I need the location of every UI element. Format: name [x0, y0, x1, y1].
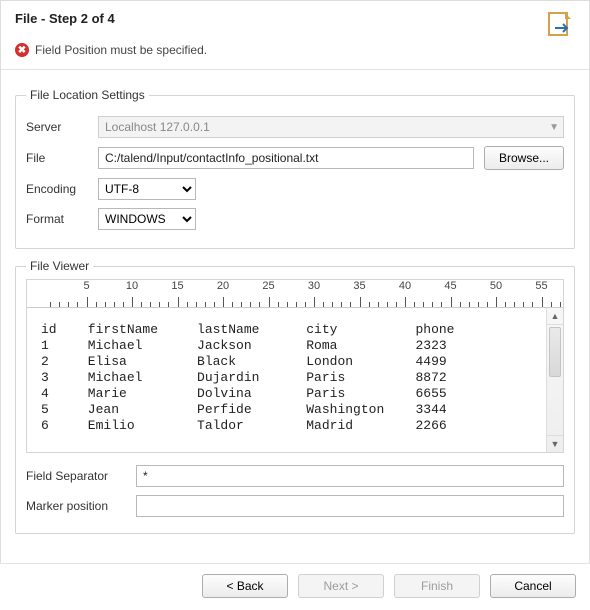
- file-preview-text: id firstName lastName city phone 1 Micha…: [27, 308, 546, 452]
- format-label: Format: [26, 212, 88, 226]
- error-icon: ✖: [15, 43, 29, 57]
- marker-position-input[interactable]: [136, 495, 564, 517]
- wizard-footer: < Back Next > Finish Cancel: [0, 563, 590, 610]
- page-title: File - Step 2 of 4: [15, 11, 115, 26]
- browse-button[interactable]: Browse...: [484, 146, 564, 170]
- ruler[interactable]: 51015202530354045505560: [27, 280, 563, 308]
- marker-position-label: Marker position: [26, 499, 126, 513]
- back-button[interactable]: < Back: [202, 574, 288, 598]
- scrollbar-vertical[interactable]: ▲ ▼: [546, 308, 563, 452]
- scroll-track[interactable]: [547, 379, 563, 435]
- format-select[interactable]: WINDOWS: [98, 208, 196, 230]
- server-field: Localhost 127.0.0.1 ▼: [98, 116, 564, 138]
- scroll-down-arrow-icon[interactable]: ▼: [547, 435, 563, 452]
- file-viewer-panel: 51015202530354045505560 id firstName las…: [26, 279, 564, 453]
- file-path-input[interactable]: [98, 147, 474, 169]
- scroll-thumb[interactable]: [549, 327, 561, 377]
- encoding-label: Encoding: [26, 182, 88, 196]
- scroll-up-arrow-icon[interactable]: ▲: [547, 308, 563, 325]
- file-location-legend: File Location Settings: [26, 88, 149, 102]
- error-message: Field Position must be specified.: [35, 43, 207, 57]
- chevron-down-icon: ▼: [549, 122, 559, 133]
- file-location-settings: File Location Settings Server Localhost …: [15, 88, 575, 249]
- cancel-button[interactable]: Cancel: [490, 574, 576, 598]
- file-viewer: File Viewer 51015202530354045505560 id f…: [15, 259, 575, 534]
- server-label: Server: [26, 120, 88, 134]
- finish-button: Finish: [394, 574, 480, 598]
- field-separator-input[interactable]: [136, 465, 564, 487]
- next-button: Next >: [298, 574, 384, 598]
- encoding-select[interactable]: UTF-8: [98, 178, 196, 200]
- field-separator-label: Field Separator: [26, 469, 126, 483]
- file-label: File: [26, 151, 88, 165]
- wizard-import-icon: [547, 11, 575, 39]
- file-viewer-legend: File Viewer: [26, 259, 93, 273]
- server-value: Localhost 127.0.0.1: [105, 120, 210, 134]
